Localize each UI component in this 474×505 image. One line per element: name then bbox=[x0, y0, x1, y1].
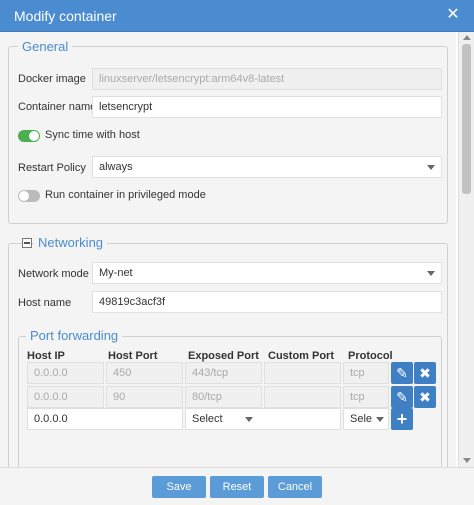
col-custom-port: Custom Port bbox=[268, 350, 334, 362]
network-mode-label: Network mode bbox=[18, 268, 89, 280]
row1-custom-port bbox=[264, 386, 341, 408]
row0-custom-port bbox=[264, 362, 341, 384]
host-name-label: Host name bbox=[18, 297, 72, 309]
row0-protocol: tcp bbox=[343, 362, 389, 384]
network-mode-value: My-net bbox=[99, 267, 133, 279]
dialog-body: General Docker image linuxserver/letsenc… bbox=[0, 32, 456, 467]
scroll-thumb[interactable] bbox=[462, 44, 471, 194]
scroll-down-icon[interactable] bbox=[463, 458, 471, 463]
docker-image-field: linuxserver/letsencrypt:arm64v8-latest bbox=[92, 68, 442, 90]
col-host-port: Host Port bbox=[108, 350, 158, 362]
dialog-titlebar: Modify container ✕ bbox=[0, 0, 474, 32]
chevron-down-icon bbox=[376, 417, 384, 422]
edit-icon[interactable]: ✎ bbox=[391, 386, 413, 408]
dialog-footer: Save Reset Cancel bbox=[0, 467, 474, 505]
modify-container-dialog: Modify container ✕ General Docker image … bbox=[0, 0, 474, 505]
row1-protocol: tcp bbox=[343, 386, 389, 408]
col-protocol: Protocol bbox=[348, 350, 393, 362]
container-name-label: Container name bbox=[18, 101, 97, 113]
cancel-button[interactable]: Cancel bbox=[268, 476, 322, 498]
network-mode-select[interactable]: My-net bbox=[92, 262, 442, 284]
general-legend: General bbox=[18, 39, 73, 54]
host-name-input[interactable]: 49819c3acf3f bbox=[92, 291, 442, 313]
scroll-up-icon[interactable] bbox=[463, 35, 471, 40]
chevron-down-icon bbox=[245, 417, 253, 422]
container-name-input[interactable]: letsencrypt bbox=[92, 96, 442, 118]
reset-button[interactable]: Reset bbox=[210, 476, 264, 498]
save-button[interactable]: Save bbox=[152, 476, 206, 498]
chevron-down-icon bbox=[427, 271, 435, 276]
row0-host-ip: 0.0.0.0 bbox=[27, 362, 104, 384]
row1-host-port: 90 bbox=[106, 386, 183, 408]
restart-policy-select[interactable]: always bbox=[92, 156, 442, 178]
row1-host-ip: 0.0.0.0 bbox=[27, 386, 104, 408]
new-exposed-port-select[interactable]: Select bbox=[185, 408, 341, 430]
privileged-label: Run container in privileged mode bbox=[45, 189, 206, 201]
sync-time-toggle[interactable] bbox=[18, 130, 40, 142]
docker-image-label: Docker image bbox=[18, 73, 86, 85]
new-host-ip-input[interactable]: 0.0.0.0 bbox=[27, 408, 183, 430]
row0-host-port: 450 bbox=[106, 362, 183, 384]
port-forwarding-legend: Port forwarding bbox=[26, 328, 123, 343]
edit-icon[interactable]: ✎ bbox=[391, 362, 413, 384]
col-exposed-port: Exposed Port bbox=[188, 350, 259, 362]
row0-exposed-port: 443/tcp bbox=[185, 362, 262, 384]
restart-policy-label: Restart Policy bbox=[18, 162, 86, 174]
chevron-down-icon bbox=[427, 165, 435, 170]
row1-exposed-port: 80/tcp bbox=[185, 386, 262, 408]
delete-icon[interactable]: ✖ bbox=[414, 362, 436, 384]
scrollbar[interactable] bbox=[458, 32, 474, 467]
add-icon[interactable]: + bbox=[391, 408, 413, 430]
collapse-icon[interactable] bbox=[22, 238, 32, 248]
restart-policy-value: always bbox=[99, 161, 133, 173]
close-icon[interactable]: ✕ bbox=[444, 6, 462, 24]
privileged-toggle[interactable] bbox=[18, 190, 40, 202]
sync-time-label: Sync time with host bbox=[45, 129, 140, 141]
col-host-ip: Host IP bbox=[27, 350, 65, 362]
networking-legend: Networking bbox=[34, 235, 108, 250]
delete-icon[interactable]: ✖ bbox=[414, 386, 436, 408]
dialog-title: Modify container bbox=[14, 8, 117, 24]
